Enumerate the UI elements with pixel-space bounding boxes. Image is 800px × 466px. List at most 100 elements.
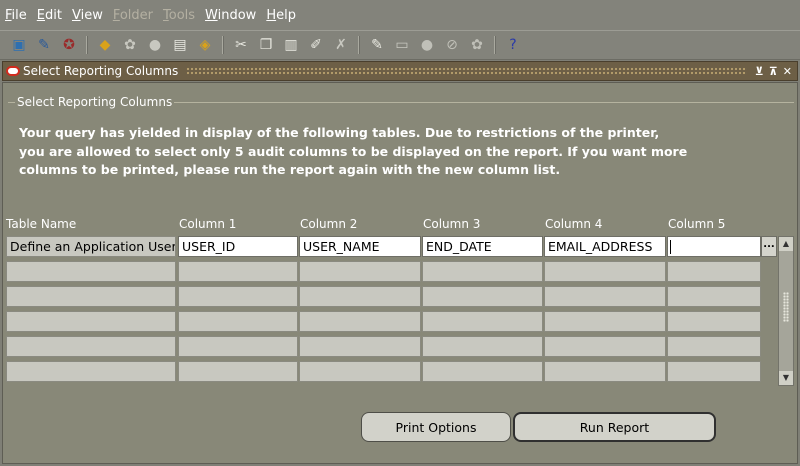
column-1-field[interactable] <box>178 261 298 282</box>
navigator-icon[interactable]: ✪ <box>58 34 80 56</box>
print-icon[interactable]: ▤ <box>169 34 191 56</box>
toolbar-separator <box>222 36 224 54</box>
group-box-label: Select Reporting Columns <box>15 95 175 109</box>
menu-mnemonic: W <box>205 7 218 23</box>
menu-label: older <box>119 7 154 23</box>
column-4-field[interactable] <box>544 311 666 332</box>
menu-help[interactable]: Help <box>265 8 297 23</box>
run-report-button[interactable]: Run Report <box>513 412 716 442</box>
clear-record-icon[interactable]: ✐ <box>305 34 327 56</box>
scroll-up-icon[interactable]: ▲ <box>779 237 793 251</box>
column-3-field[interactable] <box>422 261 543 282</box>
form-panel: Select Reporting Columns Your query has … <box>2 82 798 464</box>
menu-mnemonic: V <box>71 7 81 23</box>
column-5-field[interactable] <box>667 311 761 332</box>
menu-mnemonic: F <box>112 7 120 23</box>
column-4-field[interactable] <box>544 286 666 307</box>
column-3-field[interactable]: END_DATE <box>422 236 543 257</box>
table-name-field[interactable] <box>6 336 176 357</box>
close-form-icon[interactable]: ◈ <box>194 34 216 56</box>
column-3-field[interactable] <box>422 311 543 332</box>
table-name-field[interactable] <box>6 361 176 382</box>
table-name-field[interactable] <box>6 311 176 332</box>
column-1-field[interactable]: USER_ID <box>178 236 298 257</box>
cut-icon[interactable]: ✂ <box>230 34 252 56</box>
help-icon[interactable]: ? <box>502 34 524 56</box>
print-options-button[interactable]: Print Options <box>361 412 511 442</box>
close-icon[interactable]: ✕ <box>783 65 792 78</box>
minimize-icon[interactable]: ⊻ <box>755 65 764 78</box>
switch-responsibility-icon[interactable]: ● <box>144 34 166 56</box>
column-4-field[interactable] <box>544 261 666 282</box>
header-column-1: Column 1 <box>179 217 237 231</box>
copy-icon[interactable]: ❐ <box>255 34 277 56</box>
table-name-field[interactable]: Define an Application User <box>6 236 176 257</box>
save-icon[interactable]: ◆ <box>94 34 116 56</box>
scroll-thumb[interactable] <box>783 292 789 322</box>
menu-label: ools <box>168 7 196 23</box>
toolbar-separator <box>358 36 360 54</box>
column-2-field[interactable] <box>299 286 421 307</box>
column-1-field[interactable] <box>178 336 298 357</box>
column-4-field[interactable]: EMAIL_ADDRESS <box>544 236 666 257</box>
notice-line: columns to be printed, please run the re… <box>19 162 561 177</box>
menu-label: ile <box>11 7 27 23</box>
menu-label: indow <box>217 7 257 23</box>
zoom-icon[interactable]: ▭ <box>391 34 413 56</box>
scroll-down-icon[interactable]: ▼ <box>779 371 793 385</box>
table-name-field[interactable] <box>6 286 176 307</box>
column-2-field[interactable] <box>299 336 421 357</box>
menu-mnemonic: E <box>36 7 45 23</box>
delete-record-icon[interactable]: ✗ <box>330 34 352 56</box>
menu-folder[interactable]: Folder <box>112 8 154 23</box>
find-icon[interactable]: ✎ <box>33 34 55 56</box>
column-3-field[interactable] <box>422 286 543 307</box>
translations-icon[interactable]: ● <box>416 34 438 56</box>
column-4-field[interactable] <box>544 361 666 382</box>
column-2-field[interactable] <box>299 361 421 382</box>
column-5-field[interactable] <box>667 361 761 382</box>
notice-text: Your query has yielded in display of the… <box>19 124 699 180</box>
column-3-field[interactable] <box>422 361 543 382</box>
next-step-icon[interactable]: ✿ <box>119 34 141 56</box>
menu-window[interactable]: Window <box>204 8 257 23</box>
notice-line: Your query has yielded in display of the… <box>19 125 660 140</box>
menu-label: dit <box>45 7 62 23</box>
column-5-field[interactable] <box>667 236 761 257</box>
menu-mnemonic: H <box>266 7 277 23</box>
list-of-values-button[interactable]: ... <box>761 236 777 257</box>
table-name-field[interactable] <box>6 261 176 282</box>
menu-edit[interactable]: Edit <box>36 8 63 23</box>
column-5-field[interactable] <box>667 261 761 282</box>
column-2-field[interactable]: USER_NAME <box>299 236 421 257</box>
maximize-icon[interactable]: ⊼ <box>769 65 778 78</box>
toolbar-separator <box>86 36 88 54</box>
header-table-name: Table Name <box>6 217 77 231</box>
attachments-icon[interactable]: ⊘ <box>441 34 463 56</box>
column-2-field[interactable] <box>299 261 421 282</box>
menu-view[interactable]: View <box>71 8 104 23</box>
window-titlebar: Select Reporting Columns ⊻ ⊼ ✕ <box>2 61 798 81</box>
column-2-field[interactable] <box>299 311 421 332</box>
menu-file[interactable]: File <box>4 8 28 23</box>
column-1-field[interactable] <box>178 311 298 332</box>
menu-tools[interactable]: Tools <box>162 8 196 23</box>
records-scrollbar[interactable]: ▲ ▼ <box>778 236 794 386</box>
column-5-field[interactable] <box>667 336 761 357</box>
header-column-4: Column 4 <box>545 217 603 231</box>
column-5-field[interactable] <box>667 286 761 307</box>
column-1-field[interactable] <box>178 361 298 382</box>
paste-icon[interactable]: ▥ <box>280 34 302 56</box>
titlebar-grip <box>186 67 747 75</box>
column-3-field[interactable] <box>422 336 543 357</box>
header-column-5: Column 5 <box>668 217 726 231</box>
header-column-2: Column 2 <box>300 217 358 231</box>
new-record-icon[interactable]: ▣ <box>8 34 30 56</box>
folder-tools-icon[interactable]: ✿ <box>466 34 488 56</box>
column-1-field[interactable] <box>178 286 298 307</box>
column-4-field[interactable] <box>544 336 666 357</box>
toolbar-separator <box>494 36 496 54</box>
menu-label: iew <box>80 7 103 23</box>
window-title: Select Reporting Columns <box>23 64 179 78</box>
edit-field-icon[interactable]: ✎ <box>366 34 388 56</box>
